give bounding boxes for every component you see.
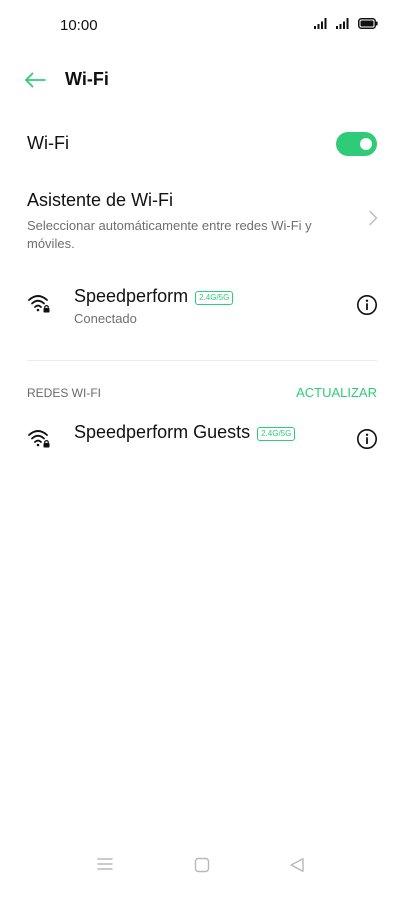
back-button[interactable] (20, 68, 50, 92)
menu-icon[interactable] (97, 857, 113, 871)
network-name: Speedperform (74, 286, 189, 306)
chevron-right-icon (369, 210, 378, 226)
wifi-assistant-row[interactable]: Asistente de Wi-Fi Seleccionar automátic… (0, 186, 404, 256)
battery-icon (358, 18, 378, 29)
wifi-toggle-label: Wi-Fi (27, 133, 69, 153)
signal-icon (336, 18, 349, 29)
network-name-line: Speedperform Guests 2.4G/5G (74, 422, 296, 443)
status-icons (314, 18, 378, 29)
wifi-assistant-title: Asistente de Wi-Fi (27, 190, 174, 210)
info-icon[interactable] (356, 294, 378, 316)
wifi-toggle-row: Wi-Fi (0, 124, 404, 166)
wifi-locked-icon (28, 430, 50, 448)
network-status: Conectado (74, 311, 137, 326)
network-name: Speedperform Guests (74, 422, 251, 442)
home-icon[interactable] (194, 857, 210, 873)
arrow-left-icon (25, 72, 46, 88)
app-bar: Wi-Fi (0, 56, 404, 104)
wifi-toggle[interactable] (336, 132, 377, 156)
network-list-item[interactable]: Speedperform Guests 2.4G/5G (0, 418, 404, 462)
section-title: REDES WI-FI (27, 386, 101, 400)
refresh-button[interactable]: ACTUALIZAR (296, 385, 377, 400)
wifi-assistant-description: Seleccionar automáticamente entre redes … (27, 218, 312, 251)
connected-network-row[interactable]: Speedperform 2.4G/5G Conectado (0, 282, 404, 338)
network-name-line: Speedperform 2.4G/5G (74, 286, 234, 307)
signal-icon (314, 18, 327, 29)
navigation-bar (0, 841, 404, 897)
band-badge: 2.4G/5G (195, 290, 234, 305)
status-time: 10:00 (60, 17, 98, 34)
wifi-locked-icon (28, 295, 50, 313)
page-title: Wi-Fi (65, 69, 109, 89)
info-icon[interactable] (356, 428, 378, 450)
networks-section-header: REDES WI-FI ACTUALIZAR (0, 384, 404, 404)
band-badge: 2.4G/5G (257, 426, 296, 441)
status-bar: 10:00 (0, 0, 404, 52)
toggle-knob (360, 138, 372, 150)
back-icon[interactable] (289, 857, 305, 873)
divider (27, 360, 377, 361)
